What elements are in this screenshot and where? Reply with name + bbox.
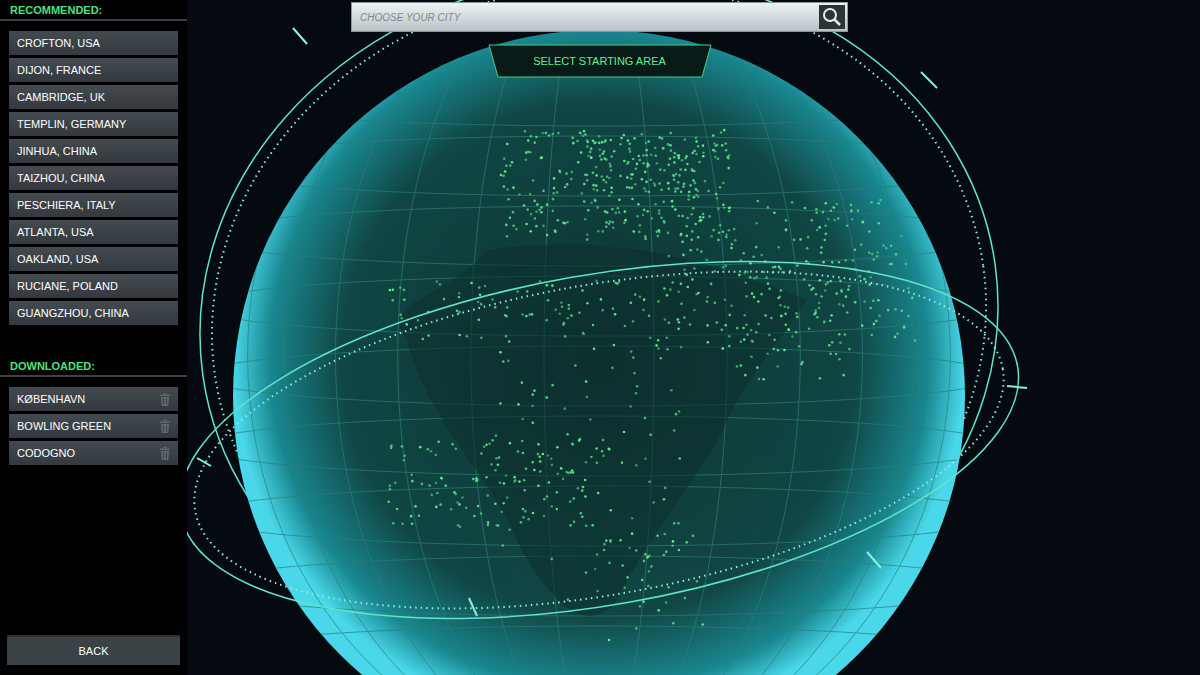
search-field[interactable]: CHOOSE YOUR CITY: [352, 3, 817, 31]
city-item[interactable]: PESCHIERA, ITALY: [9, 193, 178, 217]
recommended-heading: RECOMMENDED:: [0, 4, 187, 21]
city-item[interactable]: ATLANTA, USA: [9, 220, 178, 244]
title-tab: SELECT STARTING AREA: [488, 44, 712, 78]
orbit-ring: [187, 216, 1030, 664]
city-item[interactable]: TEMPLIN, GERMANY: [9, 112, 178, 136]
sidebar: RECOMMENDED: CROFTON, USA DIJON, FRANCE CAM…: [0, 0, 187, 675]
city-item[interactable]: GUANGZHOU, CHINA: [9, 301, 178, 325]
search-button[interactable]: [819, 5, 845, 29]
city-item[interactable]: DIJON, FRANCE: [9, 58, 178, 82]
city-item[interactable]: OAKLAND, USA: [9, 247, 178, 271]
top-overlay: CHOOSE YOUR CITY SELECT STARTING AREA: [187, 0, 1200, 78]
search-bar: CHOOSE YOUR CITY: [351, 2, 848, 32]
downloaded-heading: DOWNLOADED:: [0, 360, 187, 377]
downloaded-item[interactable]: BOWLING GREEN: [9, 414, 178, 438]
globe[interactable]: [187, 0, 1200, 675]
downloaded-item[interactable]: KØBENHAVN: [9, 387, 178, 411]
recommended-list: CROFTON, USA DIJON, FRANCE CAMBRIDGE, UK TE…: [0, 31, 187, 325]
magnifier-icon: [822, 7, 842, 27]
trash-icon[interactable]: [160, 447, 170, 460]
downloaded-item[interactable]: CODOGNO: [9, 441, 178, 465]
downloaded-list: KØBENHAVN BOWLING GREEN CODOGNO: [0, 387, 187, 465]
globe-view: CHOOSE YOUR CITY SELECT STARTING AREA: [187, 0, 1200, 675]
city-item[interactable]: CAMBRIDGE, UK: [9, 85, 178, 109]
city-item[interactable]: JINHUA, CHINA: [9, 139, 178, 163]
orbit-ring: [187, 204, 1046, 675]
city-item[interactable]: TAIZHOU, CHINA: [9, 166, 178, 190]
city-item[interactable]: CROFTON, USA: [9, 31, 178, 55]
trash-icon[interactable]: [160, 420, 170, 433]
city-select-screen: RECOMMENDED: CROFTON, USA DIJON, FRANCE CAM…: [0, 0, 1200, 675]
trash-icon[interactable]: [160, 393, 170, 406]
back-button[interactable]: BACK: [7, 635, 180, 665]
city-item[interactable]: RUCIANE, POLAND: [9, 274, 178, 298]
